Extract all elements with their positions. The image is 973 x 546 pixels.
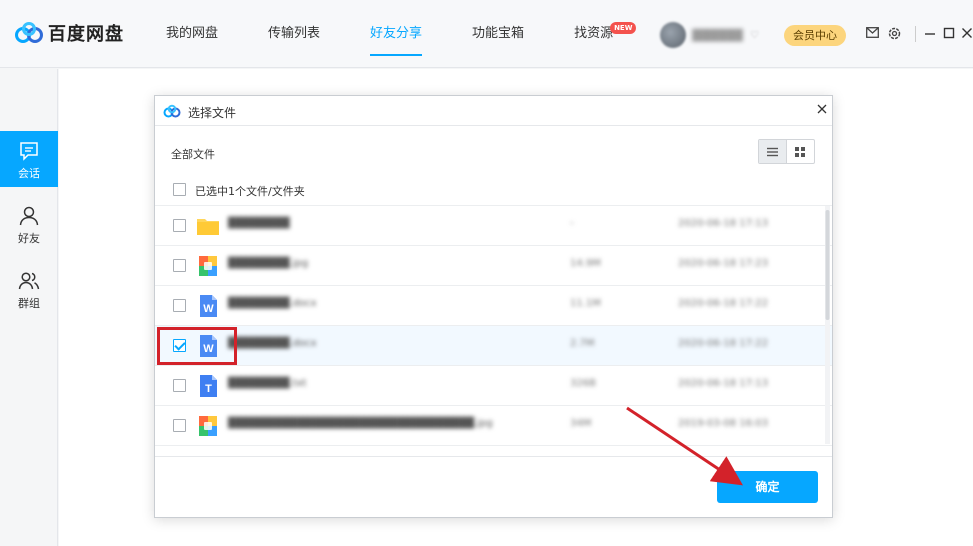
file-date: 2020-06-18 17:22 — [678, 298, 769, 309]
divider — [915, 26, 916, 42]
sidebar: 会话 好友 群组 — [0, 69, 58, 546]
grid-view-icon[interactable] — [787, 140, 814, 163]
sidebar-item-groups[interactable]: 群组 — [0, 261, 58, 317]
row-checkbox[interactable] — [173, 219, 186, 232]
file-row[interactable]: ████████.jpg 14.9M 2020-06-18 17:23 — [155, 246, 832, 286]
row-checkbox[interactable] — [173, 379, 186, 392]
group-icon — [18, 272, 40, 290]
list-scrollbar[interactable] — [825, 206, 830, 444]
sidebar-item-label: 群组 — [18, 297, 40, 310]
file-size: 11.1M — [570, 298, 601, 309]
baidu-pan-logo-icon — [163, 104, 181, 118]
row-checkbox[interactable] — [173, 419, 186, 432]
close-icon[interactable] — [960, 27, 973, 41]
file-name: ████████.txt — [228, 378, 307, 389]
nav-label: 功能宝箱 — [472, 26, 525, 41]
file-row-selected[interactable]: W ████████.docx 2.7M 2020-06-18 17:22 — [155, 326, 832, 366]
list-view-icon[interactable] — [759, 140, 787, 163]
word-icon: W — [200, 295, 217, 317]
sidebar-item-friends[interactable]: 好友 — [0, 196, 58, 252]
folder-icon — [197, 219, 219, 235]
list-header: 已选中1个文件/文件夹 — [155, 172, 832, 206]
vip-center-button[interactable]: 会员中心 — [784, 25, 846, 46]
main-nav: 我的网盘 传输列表 好友分享 功能宝箱 找资源 NEW — [166, 0, 663, 68]
view-toggle — [758, 139, 815, 164]
dialog-title: 选择文件 — [188, 106, 237, 120]
maximize-icon[interactable] — [942, 27, 956, 41]
file-date: 2020-06-18 17:23 — [678, 258, 769, 269]
vip-level-icon: ♡ — [750, 29, 759, 41]
file-row[interactable]: ████████ - 2020-06-18 17:13 — [155, 206, 832, 246]
sidebar-item-label: 好友 — [18, 232, 40, 245]
file-date: 2020-06-18 17:13 — [678, 378, 769, 389]
user-profile[interactable]: ▓▓▓▓▓▓ ♡ — [660, 22, 759, 48]
file-date: 2020-06-18 17:22 — [678, 338, 769, 349]
file-name: ████████.docx — [228, 338, 317, 349]
file-row[interactable]: W ████████.docx 11.1M 2020-06-18 17:22 — [155, 286, 832, 326]
file-name: ████████.jpg — [228, 258, 309, 269]
app-name: 百度网盘 — [48, 24, 124, 45]
file-date: 2020-06-18 17:13 — [678, 218, 769, 229]
sidebar-item-label: 会话 — [18, 167, 40, 180]
text-icon: T — [200, 375, 217, 397]
svg-text:T: T — [205, 383, 212, 395]
nav-label: 我的网盘 — [166, 26, 219, 41]
file-name: ████████.docx — [228, 298, 317, 309]
nav-my-disk[interactable]: 我的网盘 — [166, 0, 218, 68]
mail-icon[interactable] — [865, 27, 879, 41]
avatar[interactable] — [660, 22, 686, 48]
select-all-checkbox[interactable] — [173, 183, 186, 196]
breadcrumb[interactable]: 全部文件 — [171, 146, 215, 162]
row-checkbox[interactable] — [173, 299, 186, 312]
file-size: 2.7M — [570, 338, 595, 349]
nav-find-resources[interactable]: 找资源 NEW — [574, 0, 637, 68]
image-icon — [199, 416, 217, 436]
nav-friend-share[interactable]: 好友分享 — [370, 0, 423, 68]
file-size: 34M — [570, 418, 592, 429]
file-name: ████████████████████████████████.jpg — [228, 418, 493, 429]
app-logo: 百度网盘 — [14, 20, 124, 46]
minimize-icon[interactable] — [923, 27, 937, 41]
nav-label: 找资源 — [574, 26, 614, 41]
dialog-header: 选择文件 — [155, 96, 832, 126]
svg-text:W: W — [203, 303, 214, 315]
row-checkbox[interactable] — [173, 259, 186, 272]
sidebar-item-chat[interactable]: 会话 — [0, 131, 58, 187]
username-blurred: ▓▓▓▓▓▓ — [692, 28, 743, 42]
file-size: 326B — [570, 378, 596, 389]
file-size: - — [570, 218, 574, 229]
annotation-highlight-box — [157, 327, 237, 365]
nav-label: 好友分享 — [370, 26, 423, 41]
nav-label: 传输列表 — [268, 26, 321, 41]
top-bar: 百度网盘 我的网盘 传输列表 好友分享 功能宝箱 找资源 NEW ▓▓▓▓▓▓ … — [0, 0, 973, 68]
new-badge: NEW — [610, 22, 637, 34]
file-name: ████████ — [228, 218, 290, 229]
nav-toolbox[interactable]: 功能宝箱 — [472, 0, 524, 68]
baidu-pan-logo-icon — [15, 22, 43, 43]
chat-icon — [20, 142, 38, 161]
file-size: 14.9M — [570, 258, 601, 269]
image-icon — [199, 256, 217, 276]
selection-count: 已选中1个文件/文件夹 — [195, 185, 305, 198]
annotation-arrow — [626, 406, 743, 486]
close-icon[interactable] — [814, 99, 830, 119]
nav-transfer-list[interactable]: 传输列表 — [268, 0, 320, 68]
friend-icon — [19, 206, 39, 226]
settings-icon[interactable] — [887, 27, 901, 41]
